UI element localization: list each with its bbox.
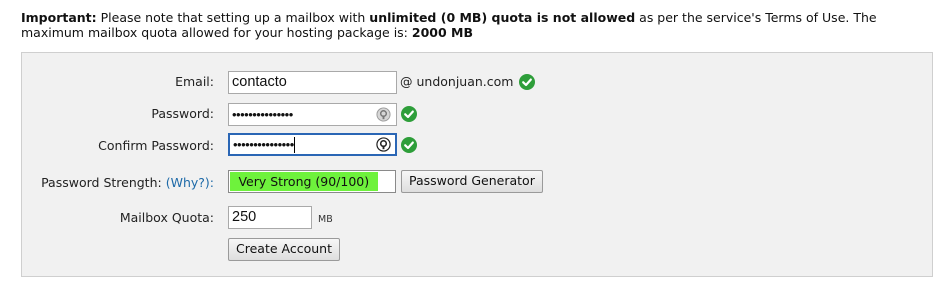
password-strength-label: Password Strength: (Why?):: [41, 175, 214, 190]
password-strength-bar: Very Strong (90/100): [230, 172, 378, 191]
password-masked-value: •••••••••••••••: [232, 107, 293, 122]
confirm-password-masked-value: •••••••••••••••: [233, 137, 294, 152]
confirm-password-input[interactable]: •••••••••••••••: [228, 133, 397, 156]
check-circle-icon: [401, 106, 417, 122]
password-strength-meter: Very Strong (90/100): [228, 170, 396, 193]
quota-unit: MB: [318, 214, 333, 225]
notice-text-1: Please note that setting up a mailbox wi…: [96, 10, 370, 25]
confirm-password-label: Confirm Password:: [98, 138, 214, 153]
password-label: Password:: [151, 106, 214, 121]
add-email-account-panel: Email: contacto @ undonjuan.com Password…: [21, 52, 933, 277]
check-circle-icon: [401, 137, 417, 153]
email-domain: @ undonjuan.com: [400, 74, 514, 89]
password-strength-text: Password Strength:: [41, 175, 162, 190]
notice-important-label: Important:: [21, 10, 97, 25]
create-account-button[interactable]: Create Account: [228, 238, 340, 261]
email-input[interactable]: contacto: [228, 71, 397, 94]
text-caret: [293, 137, 295, 154]
email-label: Email:: [175, 74, 214, 89]
eye-toggle-icon[interactable]: [376, 107, 391, 122]
why-link[interactable]: (Why?):: [166, 175, 214, 190]
notice-max-quota: 2000 MB: [411, 25, 473, 40]
password-generator-button[interactable]: Password Generator: [401, 170, 543, 193]
mailbox-quota-input[interactable]: 250: [228, 206, 312, 229]
eye-toggle-icon[interactable]: [376, 137, 391, 152]
quota-notice: Important: Please note that setting up a…: [21, 10, 931, 40]
notice-text-2: unlimited (0 MB) quota is not allowed: [369, 10, 636, 25]
password-input[interactable]: •••••••••••••••: [228, 103, 397, 126]
check-circle-icon: [519, 74, 535, 90]
mailbox-quota-label: Mailbox Quota:: [119, 210, 214, 225]
